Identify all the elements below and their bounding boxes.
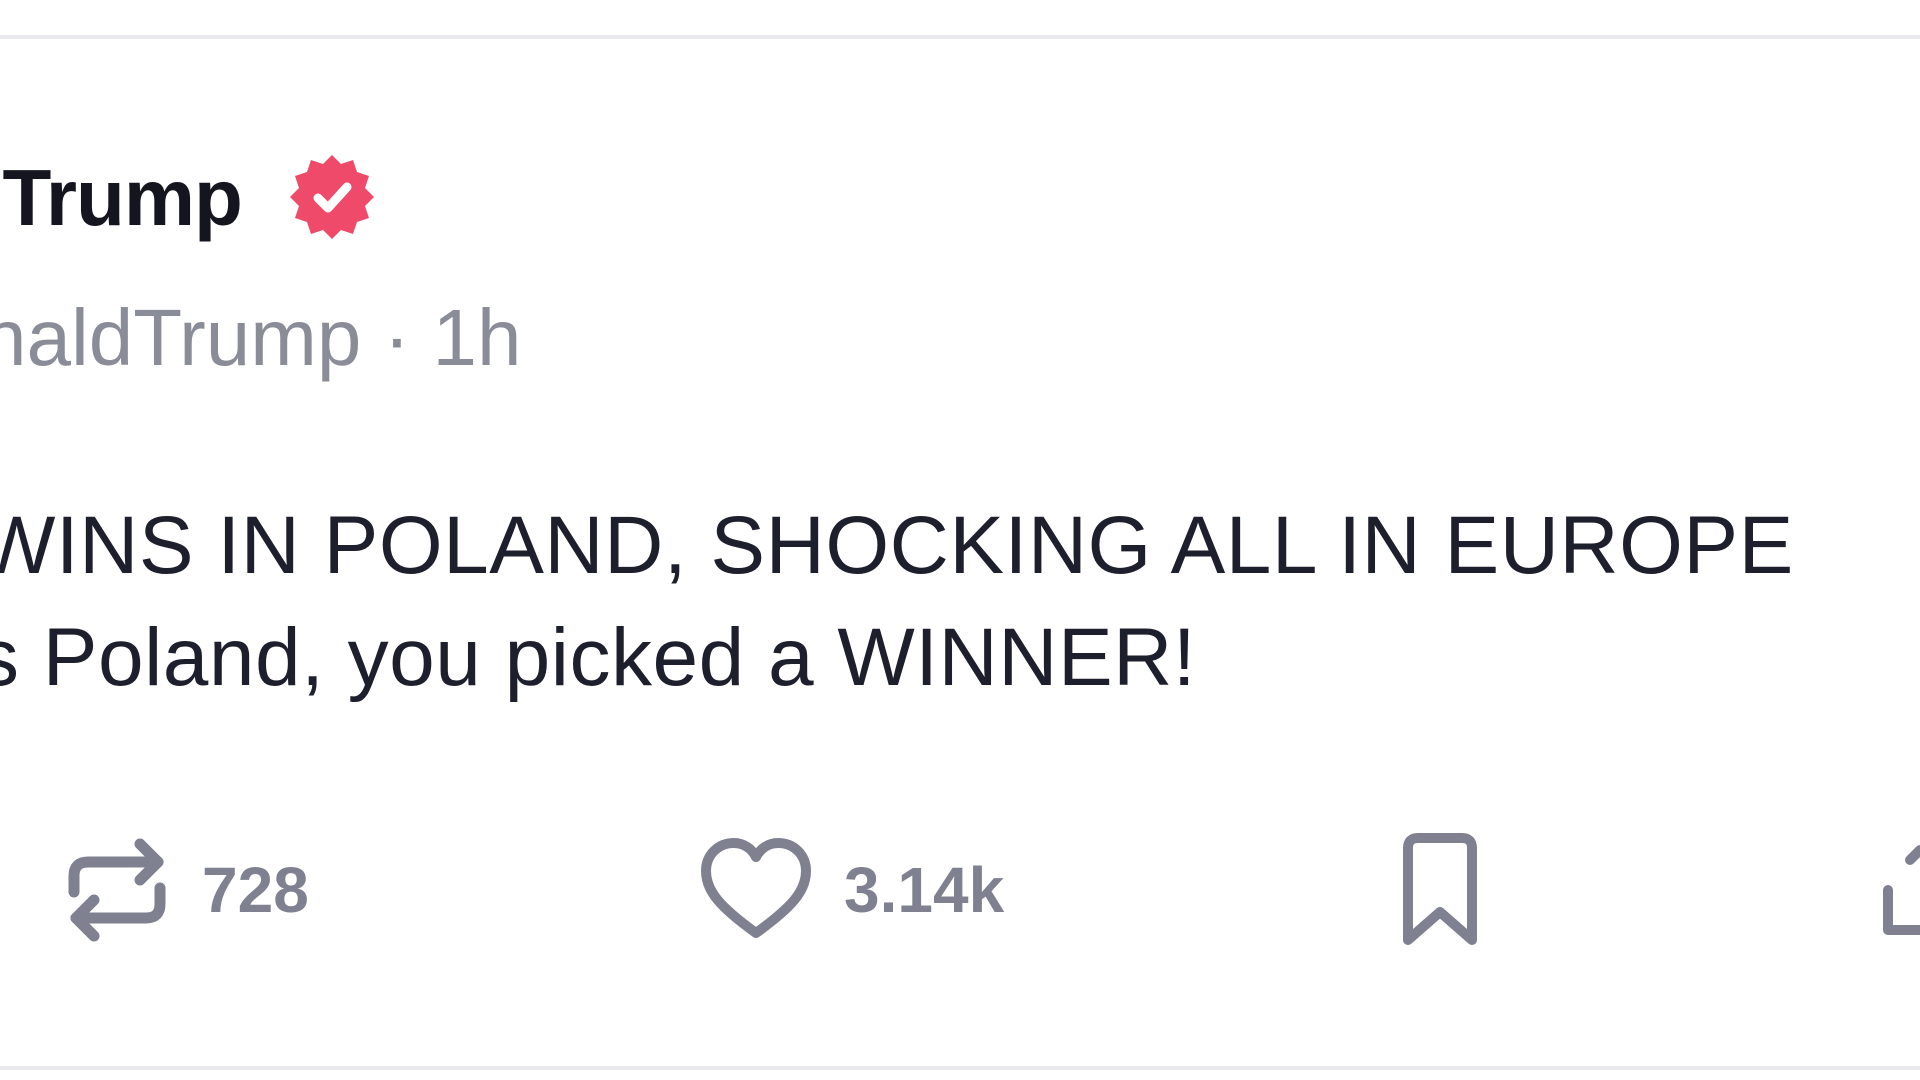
- post-card: . Trump naldTrump · 1h WINS IN POLAND, S…: [0, 0, 1920, 1080]
- author-handle-and-timestamp[interactable]: naldTrump · 1h: [0, 290, 522, 386]
- share-button[interactable]: [1880, 830, 1920, 950]
- like-count: 3.14k: [844, 854, 1005, 926]
- bookmark-button[interactable]: [1398, 830, 1482, 950]
- post-text-line: WINS IN POLAND, SHOCKING ALL IN EUROPE: [0, 500, 1794, 591]
- repost-icon: [68, 838, 166, 942]
- author-display-name[interactable]: . Trump: [0, 148, 243, 248]
- post-divider-top: [0, 35, 1920, 39]
- like-button[interactable]: 3.14k: [698, 830, 1004, 950]
- post-divider-bottom: [0, 1066, 1920, 1070]
- bookmark-icon: [1403, 833, 1477, 945]
- post-text-line: s Poland, you picked a WINNER!: [0, 612, 1197, 703]
- repost-button[interactable]: 728: [62, 830, 309, 950]
- heart-icon: [701, 838, 811, 938]
- verified-badge-icon: [290, 155, 374, 239]
- repost-count: 728: [202, 854, 309, 926]
- share-icon: [1883, 845, 1920, 935]
